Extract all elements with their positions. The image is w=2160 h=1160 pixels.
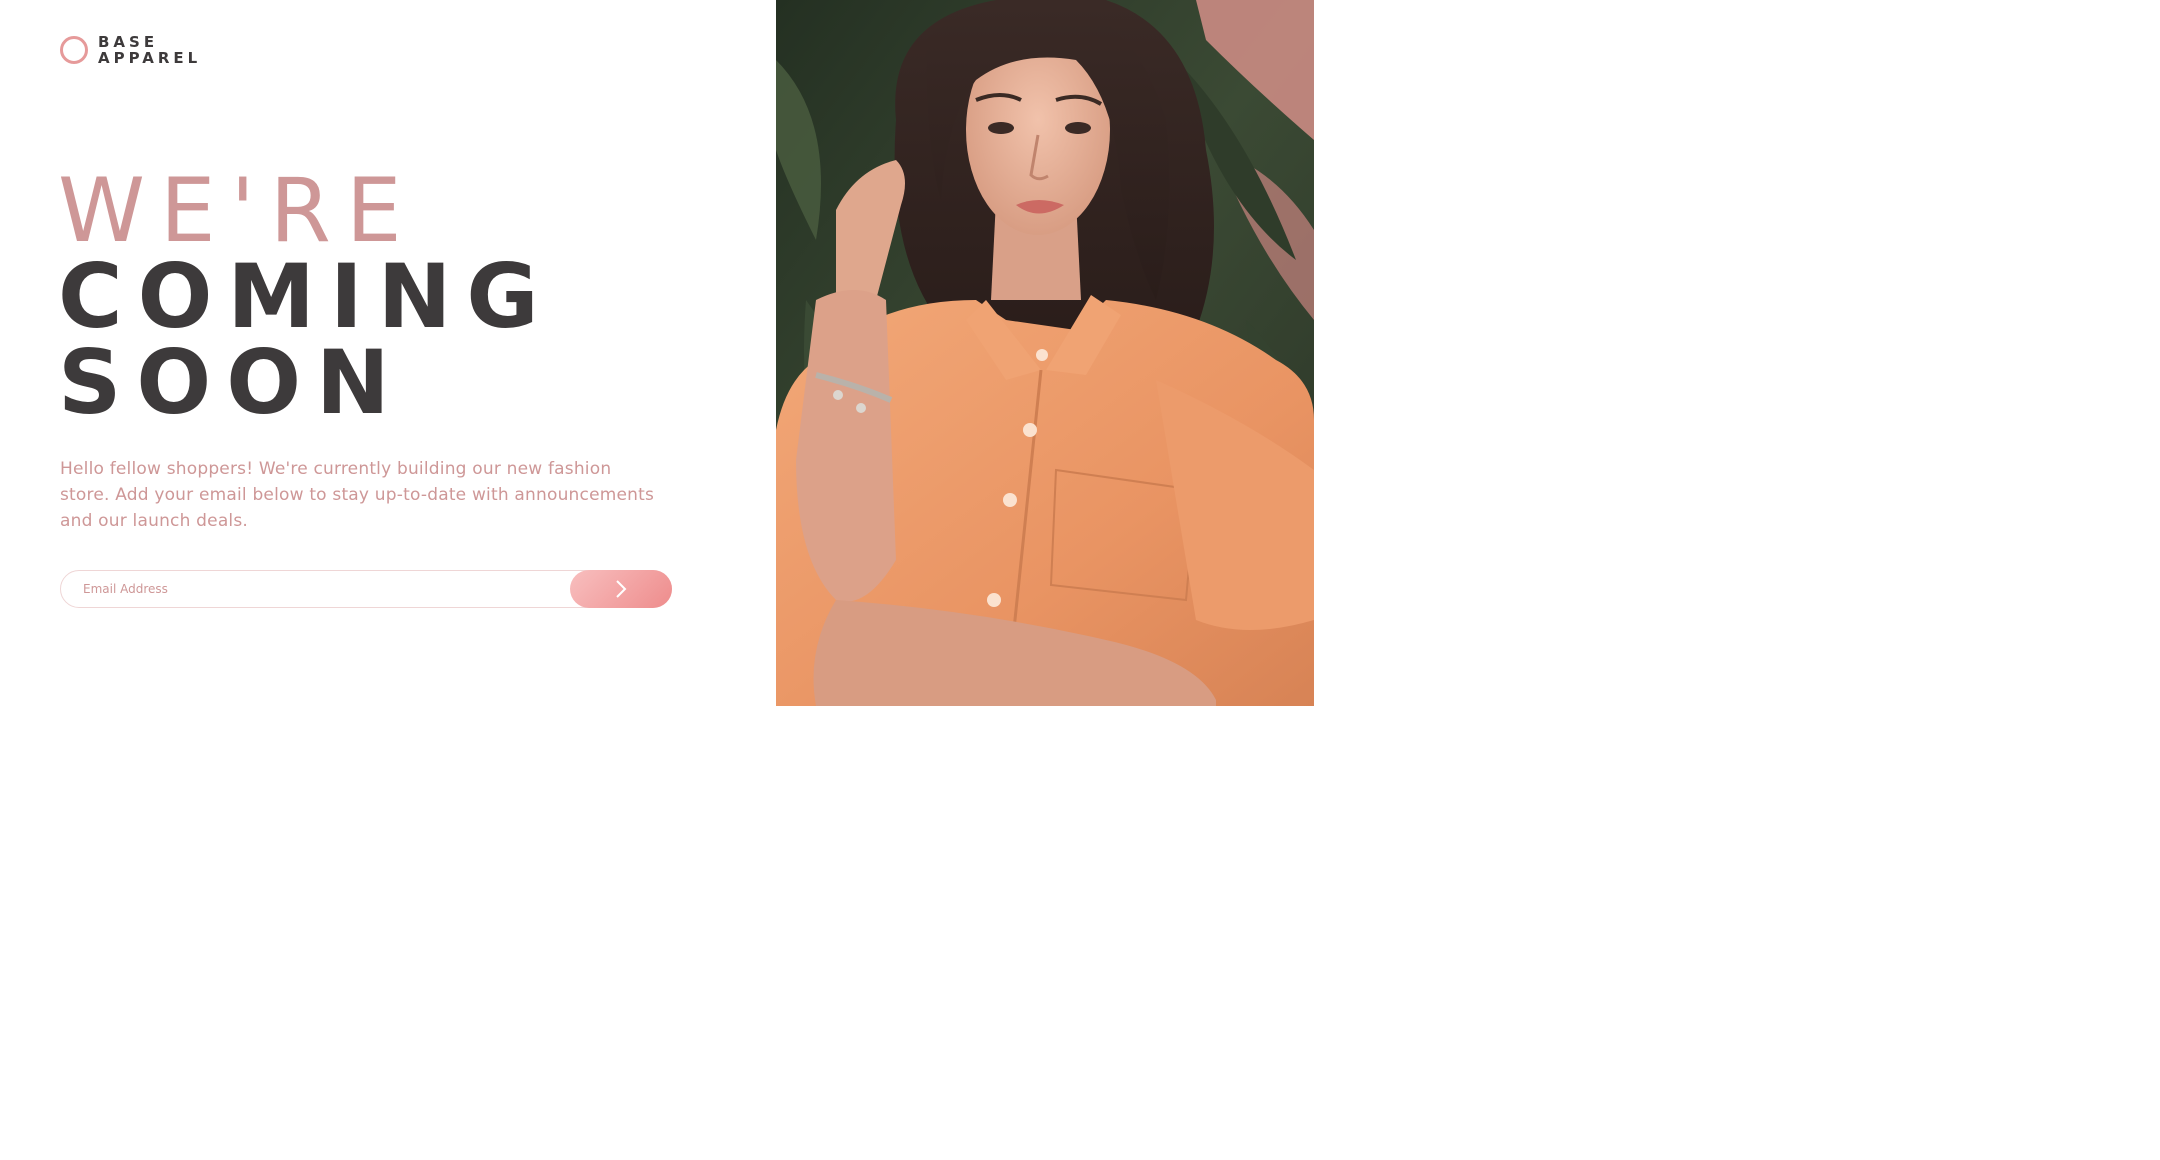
page-headline: WE'RE COMING SOON	[58, 159, 554, 434]
hero-image	[776, 0, 1314, 706]
brand-logo[interactable]: BASE APPAREL	[60, 34, 201, 66]
brand-line-1: BASE	[98, 33, 159, 51]
email-signup-form	[60, 570, 672, 608]
intro-text: Hello fellow shoppers! We're currently b…	[60, 459, 655, 531]
headline-line-3: SOON	[58, 331, 405, 434]
brand-line-2: APPAREL	[98, 49, 202, 67]
headline-line-2: COMING	[58, 245, 554, 348]
submit-button[interactable]	[570, 570, 672, 608]
hero-illustration	[776, 0, 1314, 706]
brand-wordmark: BASE APPAREL	[98, 34, 201, 66]
ring-icon	[60, 36, 88, 64]
coming-soon-page: BASE APPAREL WE'RE COMING SOON Hello fel…	[0, 0, 2160, 1160]
headline-line-1: WE'RE	[58, 159, 417, 262]
chevron-right-icon	[616, 580, 627, 598]
